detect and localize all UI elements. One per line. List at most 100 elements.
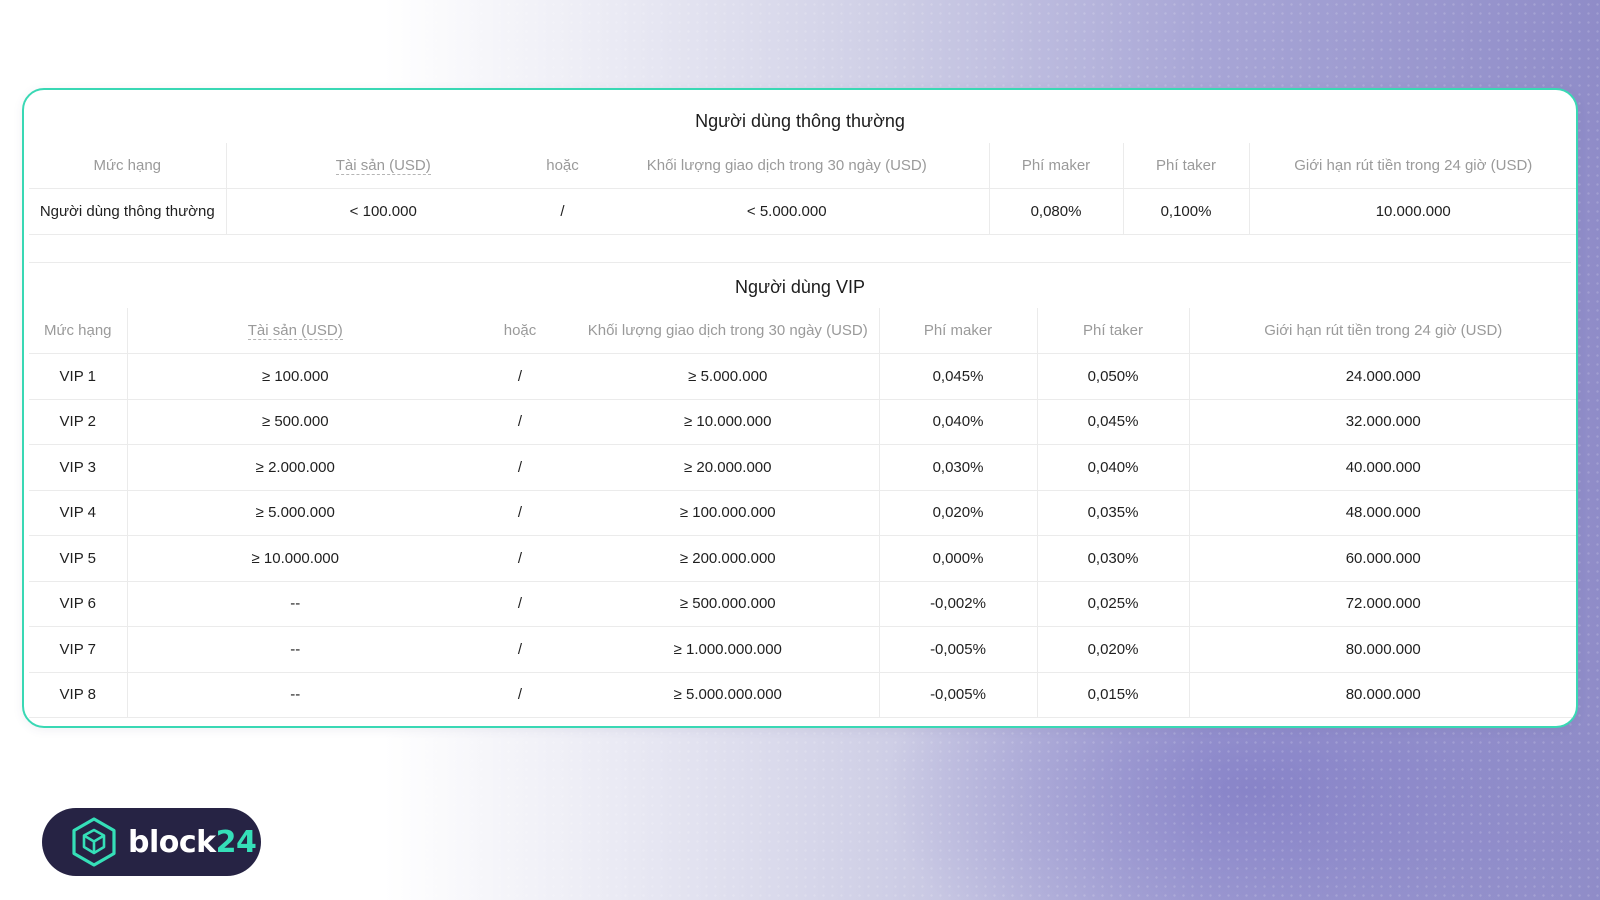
cell-tier: VIP 4	[29, 490, 128, 536]
vip-users-table: Mức hạng Tài sản (USD) hoặc Khối lượng g…	[29, 308, 1576, 718]
cell-or: /	[463, 535, 577, 582]
table-row: VIP 7 -- / ≥ 1.000.000.000 -0,005% 0,020% 80.0…	[29, 626, 1576, 673]
header-withdraw: Giới hạn rút tiền trong 24 giờ (USD)	[1189, 308, 1576, 354]
cell-taker: 0,015%	[1037, 672, 1190, 718]
cell-assets: --	[127, 581, 463, 627]
cell-maker: 0,000%	[879, 535, 1038, 582]
header-or: hoặc	[540, 143, 585, 189]
table-row: Người dùng thông thường < 100.000 / < 5.…	[29, 188, 1576, 235]
cell-taker: 0,040%	[1037, 444, 1190, 491]
header-tier: Mức hạng	[29, 143, 227, 189]
cell-maker: 0,080%	[989, 188, 1124, 235]
cell-tier: VIP 7	[29, 626, 128, 673]
cell-assets: ≥ 500.000	[127, 399, 463, 445]
normal-users-title: Người dùng thông thường	[695, 111, 905, 131]
cell-withdraw: 72.000.000	[1189, 581, 1576, 627]
cell-assets: ≥ 2.000.000	[127, 444, 463, 491]
header-assets-label[interactable]: Tài sản (USD)	[247, 322, 343, 340]
vip-users-title: Người dùng VIP	[735, 277, 865, 297]
cell-taker: 0,045%	[1037, 399, 1190, 445]
table-row: VIP 2 ≥ 500.000/≥ 10.000.000 0,040% 0,045% 3…	[29, 399, 1576, 445]
header-tier: Mức hạng	[29, 308, 128, 354]
header-taker: Phí taker	[1037, 308, 1190, 354]
cell-volume: ≥ 100.000.000	[577, 490, 880, 536]
cell-maker: -0,005%	[879, 672, 1038, 718]
cell-taker: 0,050%	[1037, 353, 1190, 400]
table-row: VIP 1 ≥ 100.000/≥ 5.000.000 0,045% 0,050% 24…	[29, 353, 1576, 400]
cell-tier: VIP 2	[29, 399, 128, 445]
header-assets: Tài sản (USD)	[226, 143, 540, 189]
logo-text-main: block	[128, 824, 216, 860]
header-taker: Phí taker	[1123, 143, 1250, 189]
cell-volume: < 5.000.000	[585, 188, 990, 235]
cell-or: /	[463, 581, 577, 627]
cell-withdraw: 48.000.000	[1189, 490, 1576, 536]
header-volume: Khối lượng giao dịch trong 30 ngày (USD)	[585, 143, 990, 189]
cell-maker: -0,005%	[879, 626, 1038, 673]
cell-withdraw: 24.000.000	[1189, 353, 1576, 400]
header-assets: Tài sản (USD)	[127, 308, 463, 354]
cell-volume: ≥ 5.000.000	[577, 353, 880, 400]
cell-volume: ≥ 20.000.000	[577, 444, 880, 491]
cell-assets: < 100.000	[226, 188, 540, 235]
cell-withdraw: 32.000.000	[1189, 399, 1576, 445]
cell-or: /	[463, 672, 577, 718]
cell-tier: VIP 1	[29, 353, 128, 400]
table-row: VIP 8 -- / ≥ 5.000.000.000 -0,005% 0,015% 80.0…	[29, 672, 1576, 718]
cell-or: /	[463, 353, 577, 400]
cell-assets: --	[127, 672, 463, 718]
cell-taker: 0,035%	[1037, 490, 1190, 536]
cell-taker: 0,100%	[1123, 188, 1250, 235]
cell-or: /	[463, 399, 577, 445]
cell-volume: ≥ 500.000.000	[577, 581, 880, 627]
table-row: VIP 6 -- / ≥ 500.000.000 -0,002% 0,025% 72.000…	[29, 581, 1576, 627]
table-header-row: Mức hạng Tài sản (USD) hoặc Khối lượng g…	[29, 143, 1576, 189]
cell-volume: ≥ 10.000.000	[577, 399, 880, 445]
cell-assets: ≥ 10.000.000	[127, 535, 463, 582]
cell-maker: 0,020%	[879, 490, 1038, 536]
cell-withdraw: 10.000.000	[1249, 188, 1576, 235]
cell-tier: VIP 5	[29, 535, 128, 582]
table-header-row: Mức hạng Tài sản (USD) hoặc Khối lượng g…	[29, 308, 1576, 354]
cell-withdraw: 80.000.000	[1189, 626, 1576, 673]
cell-or: /	[540, 188, 585, 235]
cell-taker: 0,020%	[1037, 626, 1190, 673]
cell-taker: 0,025%	[1037, 581, 1190, 627]
cell-tier: Người dùng thông thường	[29, 188, 227, 235]
table-row: VIP 3 ≥ 2.000.000/≥ 20.000.000 0,030% 0,040…	[29, 444, 1576, 491]
section-divider	[29, 262, 1571, 263]
cell-volume: ≥ 1.000.000.000	[577, 626, 880, 673]
header-volume: Khối lượng giao dịch trong 30 ngày (USD)	[577, 308, 880, 354]
cell-tier: VIP 8	[29, 672, 128, 718]
table-row: VIP 4 ≥ 5.000.000/≥ 100.000.000 0,020% 0,03…	[29, 490, 1576, 536]
cell-withdraw: 40.000.000	[1189, 444, 1576, 491]
cell-or: /	[463, 626, 577, 673]
cell-volume: ≥ 200.000.000	[577, 535, 880, 582]
header-maker: Phí maker	[989, 143, 1124, 189]
cell-assets: --	[127, 626, 463, 673]
cell-maker: -0,002%	[879, 581, 1038, 627]
header-withdraw: Giới hạn rút tiền trong 24 giờ (USD)	[1249, 143, 1576, 189]
cell-tier: VIP 3	[29, 444, 128, 491]
cell-assets: ≥ 100.000	[127, 353, 463, 400]
cell-or: /	[463, 444, 577, 491]
block24-logo: block24	[42, 808, 261, 876]
normal-users-table: Mức hạng Tài sản (USD) hoặc Khối lượng g…	[29, 143, 1576, 235]
cell-or: /	[463, 490, 577, 536]
header-assets-label[interactable]: Tài sản (USD)	[335, 156, 431, 175]
cell-withdraw: 80.000.000	[1189, 672, 1576, 718]
hexagon-cube-icon	[72, 817, 116, 867]
cell-volume: ≥ 5.000.000.000	[577, 672, 880, 718]
logo-text-accent: 24	[215, 824, 257, 860]
logo-wordmark: block24	[128, 824, 257, 860]
cell-maker: 0,030%	[879, 444, 1038, 491]
fee-table-card: Người dùng thông thường Mức hạng Tài sản…	[22, 88, 1578, 728]
cell-maker: 0,040%	[879, 399, 1038, 445]
table-row: VIP 5 ≥ 10.000.000/≥ 200.000.000 0,000% 0,0…	[29, 535, 1576, 582]
cell-tier: VIP 6	[29, 581, 128, 627]
cell-maker: 0,045%	[879, 353, 1038, 400]
header-or: hoặc	[463, 308, 577, 354]
cell-assets: ≥ 5.000.000	[127, 490, 463, 536]
cell-taker: 0,030%	[1037, 535, 1190, 582]
cell-withdraw: 60.000.000	[1189, 535, 1576, 582]
